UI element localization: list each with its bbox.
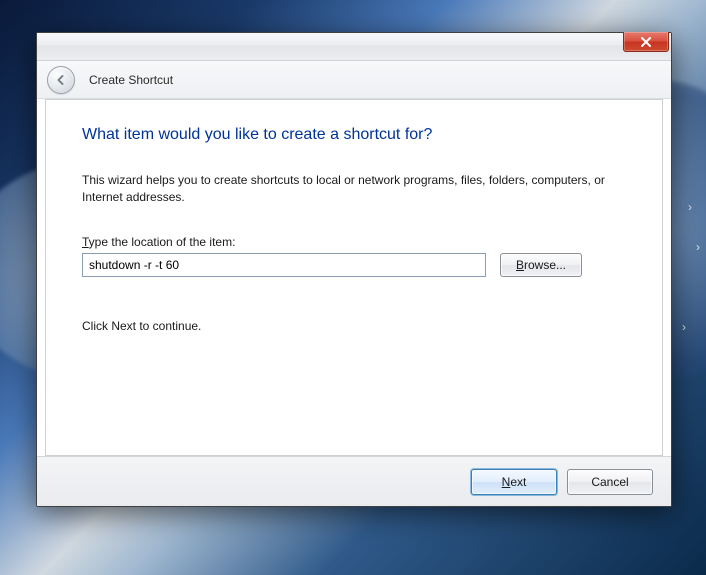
create-shortcut-window: Create Shortcut What item would you like… <box>36 32 672 507</box>
content-pane: What item would you like to create a sho… <box>45 99 663 456</box>
location-label: Type the location of the item: <box>82 235 626 249</box>
next-button[interactable]: Next <box>471 469 557 495</box>
titlebar[interactable] <box>37 33 671 61</box>
wallpaper-bird: › <box>682 320 686 334</box>
back-arrow-icon <box>54 73 68 87</box>
wallpaper-bird: › <box>688 200 692 214</box>
window-title: Create Shortcut <box>89 73 173 87</box>
wallpaper-bird: › <box>696 240 700 254</box>
browse-button[interactable]: Browse... <box>500 253 582 277</box>
close-button[interactable] <box>623 32 669 52</box>
continue-hint: Click Next to continue. <box>82 319 626 333</box>
page-description: This wizard helps you to create shortcut… <box>82 172 622 207</box>
footer: Next Cancel <box>37 456 671 506</box>
page-heading: What item would you like to create a sho… <box>82 126 626 144</box>
location-input[interactable] <box>82 253 486 277</box>
location-row: Browse... <box>82 253 626 277</box>
nav-row: Create Shortcut <box>37 61 671 99</box>
cancel-button[interactable]: Cancel <box>567 469 653 495</box>
back-button[interactable] <box>47 66 75 94</box>
close-icon <box>640 37 652 47</box>
